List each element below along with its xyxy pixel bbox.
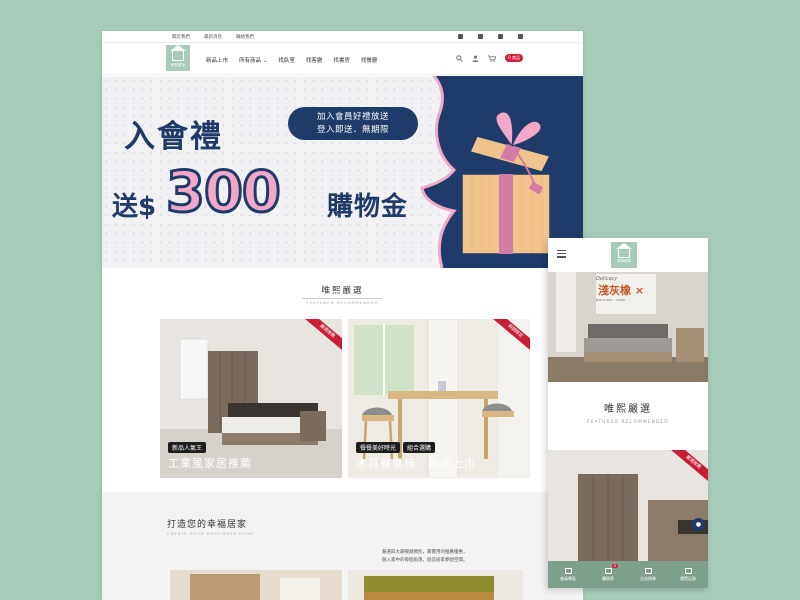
hero-send-label: 送$ [112, 192, 157, 222]
logo-text: 唯熙居家 [170, 63, 186, 67]
mobile-banner[interactable]: Delicacy 淺灰橡 × NTD 0,000 ~ 0,000 [548, 272, 708, 382]
mobile-screenshot: 唯熙居家 Delicacy 淺灰橡 × NTD 0,000 ~ 0,000 唯熙… [548, 238, 708, 588]
hero-amount: 300 [165, 159, 283, 227]
tab-label: 全站搜尋 [640, 575, 656, 581]
home-title: 打造您的幸福居家 [167, 520, 248, 530]
mobile-featured-subtitle: FEATURED RECOMMENDED [587, 420, 669, 425]
history-icon [684, 567, 692, 574]
topbar-link-contact[interactable]: 聯絡我們 [236, 34, 254, 40]
category-thumb-wardrobe[interactable] [170, 570, 342, 600]
nav-item-bedroom[interactable]: 找臥室 [278, 56, 295, 64]
tab-label: 購物車 [602, 575, 614, 581]
home-description-line: 嚴選四大最暢銷類別，最實用的推薦優惠， [382, 550, 468, 555]
main-header: 唯熙居家 新品上市 所有商品 ⌄ 找臥室 找客廳 找書房 找餐廳 0 商品 [102, 43, 583, 75]
nav-item-living-room[interactable]: 找客廳 [306, 56, 323, 64]
desktop-screenshot: 關於我們 最新消息 聯絡我們 唯熙居家 新品上市 所有商品 ⌄ 找臥室 找客廳 … [102, 31, 583, 600]
topbar-link-news[interactable]: 最新消息 [204, 34, 222, 40]
featured-title: 唯熙嚴選 [321, 286, 364, 296]
card-title: 工業風家居推薦 [168, 457, 252, 470]
home-description: 嚴選四大最暢銷類別，最實用的推薦優惠， 融入家中的每個角落，創造居家夢想空間。 [382, 549, 512, 565]
featured-subtitle: FEATURED RECOMMENDED [306, 300, 379, 305]
hero-pill-line-1: 加入會員好禮放送 [316, 112, 389, 122]
tab-history[interactable]: 瀏覽足跡 [668, 561, 708, 588]
nav-item-all-products[interactable]: 所有商品 ⌄ [239, 56, 267, 64]
search-icon[interactable] [456, 54, 464, 62]
tab-label: 瀏覽足跡 [680, 575, 696, 581]
mobile-logo[interactable]: 唯熙居家 [611, 242, 637, 268]
product-card-dining[interactable]: 期間限定 餐餐美好時光 組合選購 木質餐桌椅．新品上市 [348, 319, 530, 478]
featured-divider [302, 298, 382, 299]
facebook-icon[interactable] [458, 34, 463, 39]
search-icon [644, 567, 652, 574]
house-icon [616, 243, 632, 258]
nav-item-study[interactable]: 找書房 [333, 56, 350, 64]
hero-pill: 加入會員好禮放送 登入即送．無期限 [288, 107, 418, 140]
cart-icon[interactable] [488, 54, 497, 62]
home-subtitle: CREATE YOUR HAPPINESS HOME [167, 531, 255, 536]
home-description-line: 融入家中的每個角落，創造居家夢想空間。 [382, 558, 468, 563]
category-thumb-sofa[interactable] [348, 570, 523, 600]
mobile-banner-title: 淺灰橡 × [598, 284, 645, 297]
tab-cart[interactable]: 0 購物車 [588, 561, 628, 588]
house-icon [170, 45, 186, 61]
card-tag: 組合選購 [403, 442, 436, 453]
card-tag: 餐餐美好時光 [356, 442, 401, 453]
home-section: 打造您的幸福居家 CREATE YOUR HAPPINESS HOME 嚴選四大… [102, 492, 583, 600]
hamburger-menu-icon[interactable] [557, 250, 566, 260]
card-tag: 新品人氣王 [168, 442, 207, 453]
mobile-banner-info: NTD 0,000 ~ 0,000 [596, 298, 625, 302]
mobile-logo-text: 唯熙居家 [617, 259, 631, 263]
hero-gift-label: 購物金 [327, 192, 409, 222]
cart-count-badge[interactable]: 0 商品 [505, 54, 523, 62]
hero-pill-line-2: 登入即送．無期限 [316, 125, 389, 135]
cart-icon [604, 567, 612, 574]
hero-title: 入會禮 [124, 119, 223, 155]
nav-item-new[interactable]: 新品上市 [206, 56, 228, 64]
tab-member[interactable]: 會員專區 [548, 561, 588, 588]
cart-badge: 0 [612, 564, 619, 568]
product-card-industrial[interactable]: 嚴選推薦 新品人氣王 工業風家居推薦 [160, 319, 342, 478]
mobile-chat-icon[interactable]: ● [692, 518, 705, 531]
top-utility-bar: 關於我們 最新消息 聯絡我們 [102, 31, 583, 43]
card-title: 木質餐桌椅．新品上市 [356, 457, 476, 470]
main-nav: 新品上市 所有商品 ⌄ 找臥室 找客廳 找書房 找餐廳 [206, 56, 377, 64]
tab-search[interactable]: 全站搜尋 [628, 561, 668, 588]
line-icon[interactable] [498, 34, 503, 39]
instagram-icon[interactable] [478, 34, 483, 39]
hero-banner[interactable]: 入會禮 加入會員好禮放送 登入即送．無期限 送$ 300 購物金 ● [102, 76, 583, 268]
user-icon[interactable] [472, 54, 479, 62]
topbar-link-about[interactable]: 關於我們 [172, 34, 190, 40]
tab-label: 會員專區 [560, 575, 576, 581]
youtube-icon[interactable] [518, 34, 523, 39]
mobile-header: 唯熙居家 [548, 238, 708, 272]
mobile-product-card[interactable]: 嚴選推薦 [548, 450, 708, 562]
mobile-featured-title: 唯熙嚴選 [604, 404, 652, 415]
user-icon [564, 567, 572, 574]
nav-item-dining[interactable]: 找餐廳 [361, 56, 378, 64]
site-logo[interactable]: 唯熙居家 [166, 45, 190, 71]
mobile-card-photo [548, 450, 708, 562]
mobile-tab-bar: 會員專區 0 購物車 全站搜尋 瀏覽足跡 [548, 561, 708, 588]
